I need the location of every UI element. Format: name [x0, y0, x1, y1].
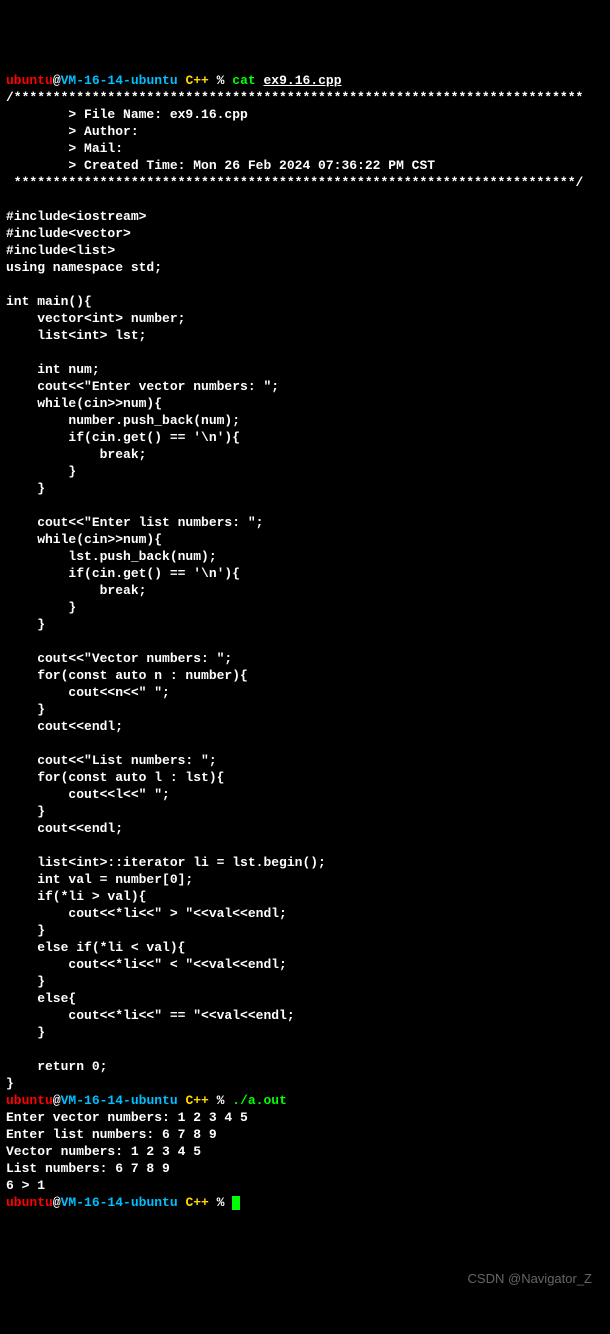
code-line: return 0;: [6, 1059, 107, 1074]
code-line: break;: [6, 447, 146, 462]
code-line: else{: [6, 991, 76, 1006]
cursor-icon: [232, 1196, 240, 1210]
code-line: break;: [6, 583, 146, 598]
code-line: int num;: [6, 362, 100, 377]
output-line: Vector numbers: 1 2 3 4 5: [6, 1144, 201, 1159]
code-line: > Created Time: Mon 26 Feb 2024 07:36:22…: [6, 158, 435, 173]
output-line: 6 > 1: [6, 1178, 45, 1193]
prompt-host: VM-16-14-ubuntu: [61, 1195, 178, 1210]
output-line: Enter vector numbers: 1 2 3 4 5: [6, 1110, 248, 1125]
code-line: using namespace std;: [6, 260, 162, 275]
code-line: if(cin.get() == '\n'){: [6, 430, 240, 445]
code-line: lst.push_back(num);: [6, 549, 217, 564]
prompt-at: @: [53, 73, 61, 88]
code-line: }: [6, 923, 45, 938]
code-line: int val = number[0];: [6, 872, 193, 887]
watermark-text: CSDN @Navigator_Z: [468, 1270, 592, 1287]
terminal-output[interactable]: ubuntu@VM-16-14-ubuntu C++ % cat ex9.16.…: [6, 72, 604, 1211]
code-line: }: [6, 617, 45, 632]
prompt-dir: C++: [178, 73, 217, 88]
code-line: }: [6, 1025, 45, 1040]
code-line: cout<<*li<<" < "<<val<<endl;: [6, 957, 287, 972]
output-line: List numbers: 6 7 8 9: [6, 1161, 170, 1176]
code-line: #include<vector>: [6, 226, 131, 241]
prompt-percent: %: [217, 1195, 233, 1210]
command-run: ./a.out: [232, 1093, 287, 1108]
code-line: }: [6, 481, 45, 496]
prompt-line-2: ubuntu@VM-16-14-ubuntu C++ % ./a.out: [6, 1093, 287, 1108]
code-line: cout<<*li<<" == "<<val<<endl;: [6, 1008, 295, 1023]
code-line: while(cin>>num){: [6, 396, 162, 411]
code-line: for(const auto l : lst){: [6, 770, 224, 785]
code-line: cout<<"Enter vector numbers: ";: [6, 379, 279, 394]
prompt-percent: %: [217, 1093, 233, 1108]
prompt-at: @: [53, 1195, 61, 1210]
prompt-host: VM-16-14-ubuntu: [61, 73, 178, 88]
code-line: > Author:: [6, 124, 139, 139]
code-line: cout<<endl;: [6, 821, 123, 836]
output-line: Enter list numbers: 6 7 8 9: [6, 1127, 217, 1142]
code-line: list<int>::iterator li = lst.begin();: [6, 855, 326, 870]
code-line: cout<<endl;: [6, 719, 123, 734]
code-line: cout<<n<<" ";: [6, 685, 170, 700]
prompt-user: ubuntu: [6, 1195, 53, 1210]
code-line: }: [6, 464, 76, 479]
code-line: cout<<*li<<" > "<<val<<endl;: [6, 906, 287, 921]
code-line: number.push_back(num);: [6, 413, 240, 428]
prompt-user: ubuntu: [6, 73, 53, 88]
code-line: > File Name: ex9.16.cpp: [6, 107, 248, 122]
code-line: vector<int> number;: [6, 311, 185, 326]
code-line: }: [6, 702, 45, 717]
code-line: }: [6, 974, 45, 989]
command-cat: cat: [232, 73, 263, 88]
prompt-line-1: ubuntu@VM-16-14-ubuntu C++ % cat ex9.16.…: [6, 73, 342, 88]
code-line: while(cin>>num){: [6, 532, 162, 547]
code-line: list<int> lst;: [6, 328, 146, 343]
command-arg: ex9.16.cpp: [264, 73, 342, 88]
code-line: #include<list>: [6, 243, 115, 258]
prompt-user: ubuntu: [6, 1093, 53, 1108]
code-line: for(const auto n : number){: [6, 668, 248, 683]
code-line: if(*li > val){: [6, 889, 146, 904]
prompt-dir: C++: [178, 1093, 217, 1108]
prompt-at: @: [53, 1093, 61, 1108]
prompt-dir: C++: [178, 1195, 217, 1210]
code-line: else if(*li < val){: [6, 940, 185, 955]
code-line: }: [6, 1076, 14, 1091]
code-line: cout<<l<<" ";: [6, 787, 170, 802]
code-line: if(cin.get() == '\n'){: [6, 566, 240, 581]
code-line: }: [6, 804, 45, 819]
prompt-line-3[interactable]: ubuntu@VM-16-14-ubuntu C++ %: [6, 1195, 240, 1210]
code-line: cout<<"List numbers: ";: [6, 753, 217, 768]
code-line: cout<<"Vector numbers: ";: [6, 651, 232, 666]
prompt-host: VM-16-14-ubuntu: [61, 1093, 178, 1108]
code-line: int main(){: [6, 294, 92, 309]
code-line: /***************************************…: [6, 90, 583, 105]
code-line: #include<iostream>: [6, 209, 146, 224]
prompt-percent: %: [217, 73, 233, 88]
code-line: }: [6, 600, 76, 615]
code-line: cout<<"Enter list numbers: ";: [6, 515, 263, 530]
code-line: > Mail:: [6, 141, 123, 156]
code-line: ****************************************…: [6, 175, 583, 190]
